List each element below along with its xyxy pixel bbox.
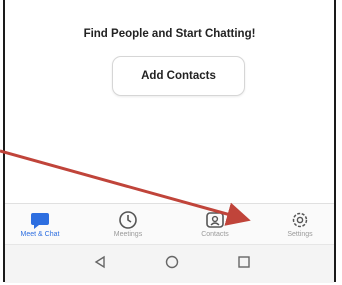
tab-label: Meetings [113,231,143,238]
contacts-icon [180,204,250,230]
tab-meetings[interactable]: Meetings [93,204,163,238]
tab-meet-chat[interactable]: Meet & Chat [5,204,75,238]
tab-label: Settings [287,231,313,238]
gear-icon [265,204,335,230]
chat-bubble-icon [5,204,75,230]
bottom-tab-bar: Meet & Chat Meetings Contacts Settings [5,203,334,244]
back-triangle-icon[interactable] [93,255,107,274]
tab-contacts[interactable]: Contacts [180,204,250,238]
home-circle-icon[interactable] [165,255,179,274]
android-navigation-bar [5,244,334,283]
tab-label: Meet & Chat [20,231,60,238]
tab-label: Contacts [201,231,229,238]
tab-settings[interactable]: Settings [265,204,335,238]
add-contacts-button[interactable]: Add Contacts [112,56,245,96]
clock-icon [93,204,163,230]
page-headline: Find People and Start Chatting! [83,28,256,40]
phone-screen: Find People and Start Chatting! Add Cont… [3,0,336,283]
recents-square-icon[interactable] [237,255,251,274]
